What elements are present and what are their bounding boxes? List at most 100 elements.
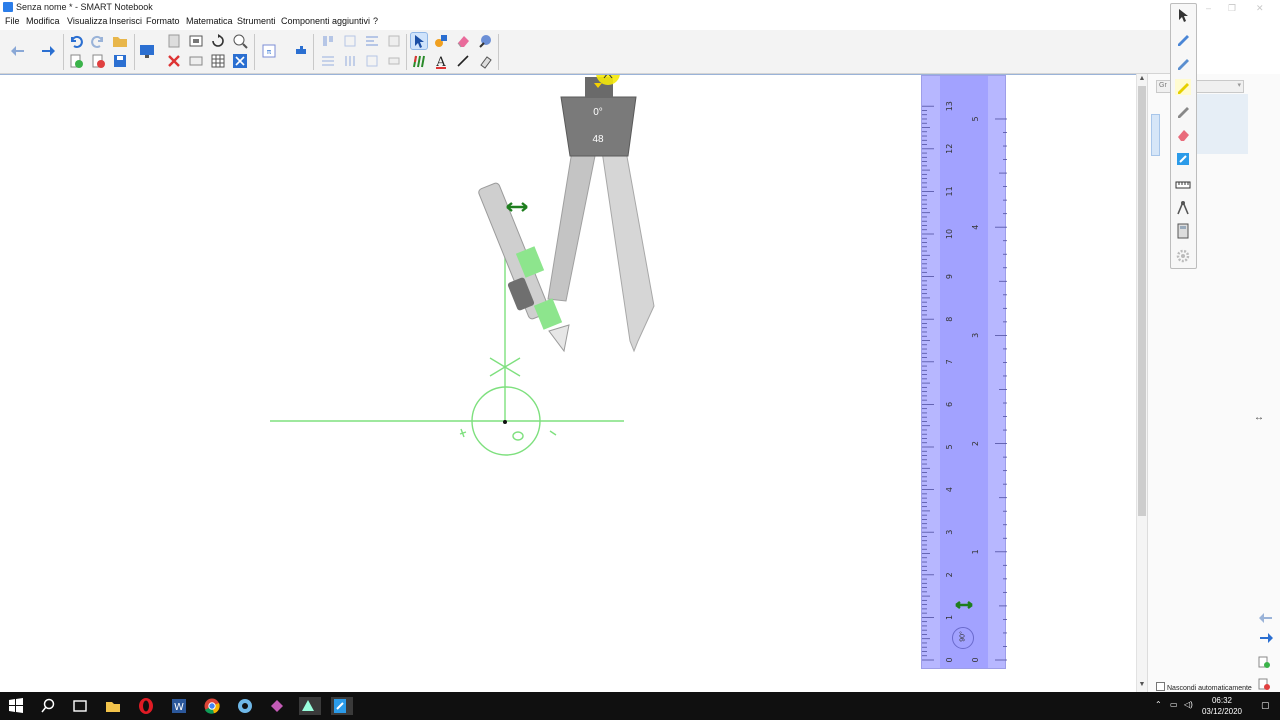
ruler-inch-label: 2 bbox=[971, 441, 980, 446]
title-bar: Senza nome * - SMART Notebook bbox=[0, 0, 1170, 14]
highlighter-icon[interactable] bbox=[1175, 79, 1191, 95]
ruler-tool[interactable]: 0 1 2 3 4 5 6 7 8 9 10 11 12 13 0 1 2 3 4 5 90° bbox=[921, 75, 1007, 669]
menu-componenti-aggiuntivi[interactable]: Componenti aggiuntivi bbox=[281, 16, 370, 26]
delete-icon[interactable] bbox=[166, 53, 182, 69]
forward-arrow-icon[interactable] bbox=[40, 43, 56, 59]
dual-page-icon[interactable] bbox=[188, 53, 204, 69]
menu-visualizza[interactable]: Visualizza bbox=[67, 16, 107, 26]
align-left-icon[interactable] bbox=[364, 33, 380, 49]
creative-pen-icon[interactable] bbox=[1175, 103, 1191, 119]
start-icon[interactable] bbox=[7, 697, 25, 715]
settings-gear-icon[interactable] bbox=[1175, 248, 1191, 264]
insert-object-icon[interactable]: π bbox=[261, 43, 277, 59]
menu-matematica[interactable]: Matematica bbox=[186, 16, 233, 26]
magic-pen-tool-icon[interactable] bbox=[1175, 151, 1191, 167]
taskbar: W ⌃ ▭ ◁) 06:32 03/12/2020 ▢ bbox=[0, 692, 1280, 720]
compass-tool-icon[interactable] bbox=[1175, 200, 1191, 216]
distribute-icon[interactable] bbox=[342, 53, 358, 69]
compass-head[interactable] bbox=[560, 96, 637, 157]
rotate-icon[interactable] bbox=[210, 33, 226, 49]
svg-text:W: W bbox=[174, 702, 184, 713]
table-icon[interactable] bbox=[210, 53, 226, 69]
group-icon[interactable] bbox=[364, 53, 380, 69]
task-view-icon[interactable] bbox=[71, 697, 89, 715]
opera-icon[interactable] bbox=[137, 697, 155, 715]
delete-page-icon[interactable] bbox=[90, 53, 106, 69]
eraser-tool-icon[interactable] bbox=[1175, 127, 1191, 143]
scroll-down-arrow-icon[interactable]: ▼ bbox=[1137, 680, 1147, 690]
pencil-resize-arrow-icon[interactable] bbox=[506, 202, 528, 212]
add-on-icon[interactable] bbox=[293, 43, 309, 59]
smart-notebook-taskbar-icon[interactable] bbox=[331, 697, 353, 715]
maximize-icon[interactable]: ❐ bbox=[1228, 3, 1236, 14]
text-icon[interactable]: A bbox=[433, 53, 449, 69]
tray-chevron-icon[interactable]: ⌃ bbox=[1155, 700, 1162, 709]
app-pink-icon[interactable] bbox=[268, 697, 286, 715]
eraser-icon[interactable] bbox=[455, 33, 471, 49]
back-arrow-icon[interactable] bbox=[10, 43, 26, 59]
menu-help[interactable]: ? bbox=[373, 16, 378, 26]
chrome-icon[interactable] bbox=[203, 697, 221, 715]
menu-inserisci[interactable]: Inserisci bbox=[109, 16, 142, 26]
pen-icon[interactable] bbox=[1175, 31, 1191, 47]
volume-icon[interactable]: ◁) bbox=[1184, 700, 1193, 709]
network-icon[interactable]: ▭ bbox=[1170, 700, 1178, 709]
resize-arrow-icon[interactable]: ↔ bbox=[1254, 412, 1264, 423]
app-blue-icon[interactable] bbox=[236, 697, 254, 715]
screen-shade-icon[interactable] bbox=[139, 43, 155, 59]
align-top-icon[interactable] bbox=[320, 33, 336, 49]
word-icon[interactable]: W bbox=[170, 697, 188, 715]
redo-icon[interactable] bbox=[90, 33, 106, 49]
save-icon[interactable] bbox=[112, 53, 128, 69]
undo-icon[interactable] bbox=[68, 33, 84, 49]
vertical-scrollbar[interactable]: ▲ ▼ bbox=[1136, 74, 1147, 692]
minimize-icon[interactable]: – bbox=[1206, 3, 1211, 13]
capture-icon[interactable] bbox=[188, 33, 204, 49]
align-middle-icon[interactable] bbox=[342, 33, 358, 49]
open-folder-icon[interactable] bbox=[112, 33, 128, 49]
zoom-icon[interactable] bbox=[232, 33, 248, 49]
compass-pencil-leg[interactable] bbox=[547, 150, 597, 302]
add-page-small-icon[interactable] bbox=[1258, 656, 1270, 668]
close-icon[interactable]: ✕ bbox=[1256, 3, 1264, 14]
align-right-icon[interactable] bbox=[386, 33, 402, 49]
line-icon[interactable] bbox=[455, 53, 471, 69]
add-page-icon[interactable] bbox=[68, 53, 84, 69]
menu-strumenti[interactable]: Strumenti bbox=[237, 16, 276, 26]
pane-expand-tab[interactable] bbox=[1151, 114, 1160, 156]
ungroup-icon[interactable] bbox=[386, 53, 402, 69]
fill-icon[interactable] bbox=[477, 53, 493, 69]
paste-icon[interactable] bbox=[166, 33, 182, 49]
prev-page-arrow-icon[interactable] bbox=[1258, 610, 1274, 626]
calculator-icon[interactable] bbox=[1175, 223, 1191, 239]
autohide-checkbox[interactable]: Nascondi automaticamente bbox=[1156, 682, 1252, 692]
ruler-tool-icon[interactable] bbox=[1175, 177, 1191, 193]
compass-tool[interactable] bbox=[478, 77, 655, 353]
compass-needle-leg[interactable] bbox=[601, 150, 655, 353]
menu-formato[interactable]: Formato bbox=[146, 16, 180, 26]
app-geo-icon[interactable] bbox=[299, 697, 321, 715]
search-icon[interactable] bbox=[39, 697, 57, 715]
clock-time: 06:32 bbox=[1211, 696, 1232, 705]
align-bottom-icon[interactable] bbox=[320, 53, 336, 69]
ruler-cm-label: 7 bbox=[945, 359, 954, 364]
scrollbar-thumb[interactable] bbox=[1138, 86, 1146, 516]
pens-icon[interactable] bbox=[411, 53, 427, 69]
scroll-up-arrow-icon[interactable]: ▲ bbox=[1137, 74, 1147, 84]
properties-icon[interactable] bbox=[232, 53, 248, 69]
menu-file[interactable]: File bbox=[5, 16, 20, 26]
next-page-arrow-icon[interactable] bbox=[1258, 630, 1274, 646]
notifications-icon[interactable]: ▢ bbox=[1261, 700, 1270, 711]
clock[interactable]: 06:32 03/12/2020 bbox=[1202, 695, 1242, 717]
file-explorer-icon[interactable] bbox=[104, 697, 122, 715]
pen-alt-icon[interactable] bbox=[1175, 55, 1191, 71]
select-icon[interactable] bbox=[410, 32, 428, 50]
gallery-thumbnail[interactable] bbox=[1188, 94, 1248, 154]
shapes-icon[interactable] bbox=[433, 33, 449, 49]
delete-page-small-icon[interactable] bbox=[1258, 678, 1270, 690]
menu-modifica[interactable]: Modifica bbox=[26, 16, 60, 26]
select-arrow-icon[interactable] bbox=[1175, 7, 1191, 23]
magic-pen-icon[interactable] bbox=[477, 33, 493, 49]
ruler-move-arrow-icon[interactable] bbox=[954, 598, 974, 612]
ruler-rotate-handle[interactable]: 90° bbox=[952, 627, 974, 649]
